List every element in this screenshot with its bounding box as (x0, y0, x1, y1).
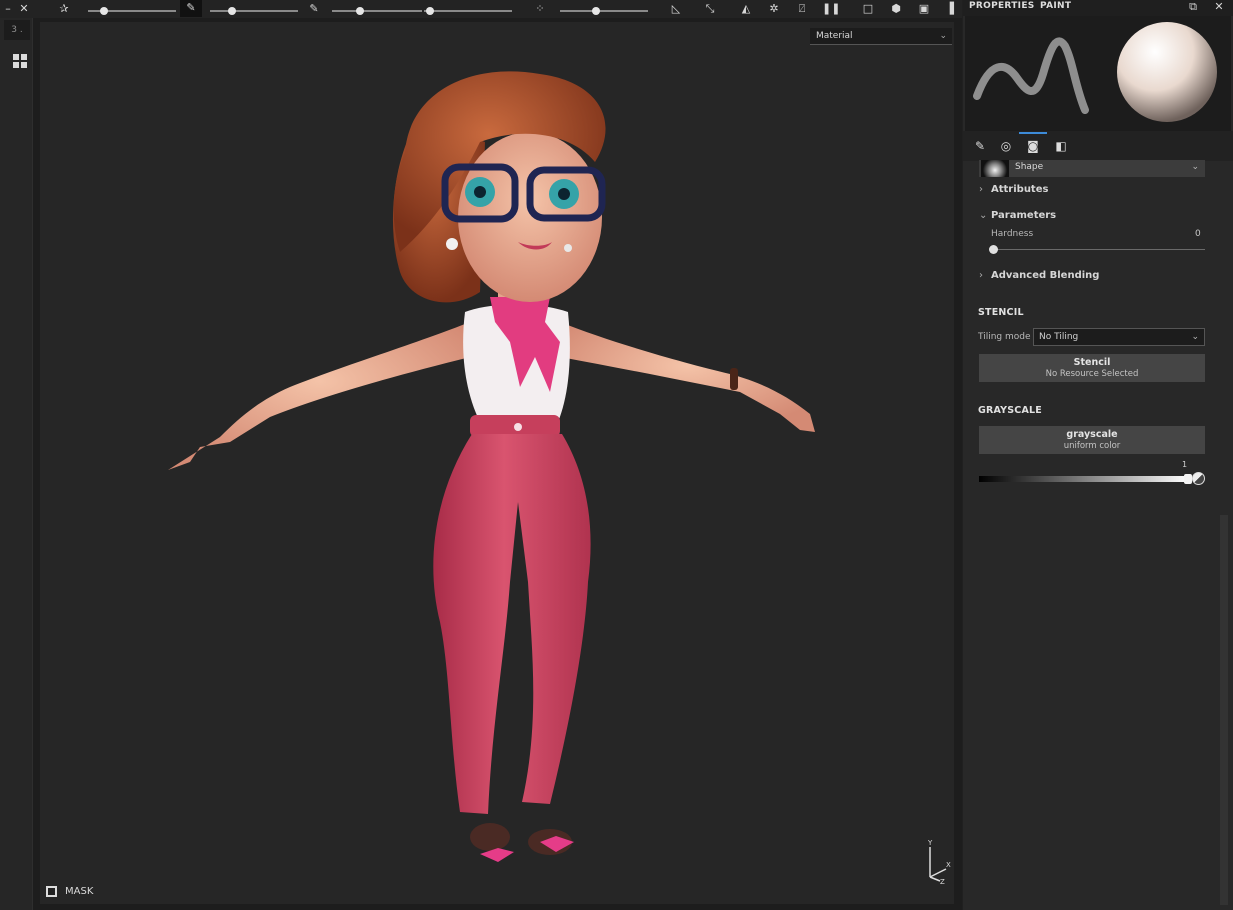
undock-icon[interactable]: ⧉ (1185, 0, 1201, 15)
grayscale-heading: GRAYSCALE (978, 405, 1042, 416)
display-icon[interactable]: □ (860, 1, 876, 17)
toolbar-slider-spacing[interactable] (424, 7, 512, 15)
stencil-resource-button[interactable]: Stencil No Resource Selected (979, 354, 1205, 382)
section-parameters-label: Parameters (991, 210, 1057, 221)
section-advanced-blending-label: Advanced Blending (991, 270, 1100, 281)
mask-checkbox[interactable] (46, 885, 57, 897)
hardness-value[interactable]: 0 (1195, 229, 1201, 239)
brush-preview (965, 16, 1231, 131)
close-icon[interactable]: ✕ (16, 1, 32, 17)
chevron-down-icon: ⌄ (939, 31, 947, 41)
section-advanced-blending[interactable]: › Advanced Blending (979, 270, 1099, 281)
panel-tab-bar: PROPERTIES PAINT ⧉ ✕ (963, 0, 1233, 16)
left-sidebar: 3 . (0, 18, 33, 910)
section-attributes-label: Attributes (991, 184, 1049, 195)
symmetry-icon[interactable]: ◭ (738, 1, 754, 17)
grayscale-resource-button[interactable]: grayscale uniform color (979, 426, 1205, 454)
toolbar-slider-stroke-opacity[interactable] (332, 7, 422, 15)
material-dropdown-label: Material (816, 31, 853, 41)
camera-icon[interactable]: ⬢ (888, 1, 904, 17)
slider-knob[interactable] (228, 7, 236, 15)
app-window: – ✕ ✰ ✎ ✎ ⁘ ◺ ⤡ ◭ ✲ ⍁ ❚❚ □ ⬢ ▣ ▌ 3 . Mat… (0, 0, 1233, 910)
tiling-mode-dropdown[interactable]: No Tiling ⌄ (1033, 328, 1205, 346)
chevron-right-icon: › (979, 270, 983, 281)
character-model (168, 71, 815, 862)
pause-icon[interactable]: ❚❚ (822, 1, 840, 17)
slider-knob[interactable] (592, 7, 600, 15)
tiling-mode-label: Tiling mode (978, 332, 1031, 342)
panel-scrollbar[interactable] (1220, 515, 1228, 905)
color-picker-icon[interactable] (1192, 472, 1205, 485)
window-control-icon[interactable]: – (0, 1, 16, 17)
grayscale-resource-title: grayscale (1066, 429, 1118, 440)
active-tab-indicator (1019, 132, 1047, 134)
axis-x-label: X (946, 861, 951, 869)
shape-dropdown[interactable]: Shape ⌄ (979, 160, 1205, 177)
stroke-preview-icon (973, 22, 1217, 122)
smudge-icon[interactable]: ✎ (306, 1, 322, 17)
close-icon[interactable]: ✕ (1211, 0, 1227, 15)
toolbar-slider-size[interactable] (88, 7, 176, 15)
shape-thumbnail (981, 160, 1009, 177)
hardness-slider[interactable] (989, 245, 1205, 254)
toolbar-slider-flow[interactable] (210, 7, 298, 15)
axis-gizmo-icon: Y X Z (927, 839, 951, 885)
section-parameters[interactable]: ⌄ Parameters (979, 210, 1056, 221)
material-dropdown[interactable]: Material ⌄ (810, 28, 952, 45)
viewport-mode-icon[interactable]: ▌ (946, 1, 962, 17)
mask-toggle[interactable]: MASK (46, 884, 93, 898)
edit-icon[interactable]: ⍁ (794, 1, 810, 17)
slider-knob[interactable] (989, 245, 998, 254)
slider-knob[interactable] (100, 7, 108, 15)
alpha-tab-icon[interactable]: ◙ (1024, 137, 1042, 155)
chevron-right-icon: › (979, 184, 983, 195)
lazy-mouse-icon[interactable]: ⤡ (702, 1, 718, 17)
grayscale-resource-sub: uniform color (1063, 441, 1121, 451)
mask-label: MASK (65, 885, 94, 897)
slider-knob[interactable] (356, 7, 364, 15)
top-toolbar: – ✕ ✰ ✎ ✎ ⁘ ◺ ⤡ ◭ ✲ ⍁ ❚❚ □ ⬢ ▣ ▌ (0, 0, 962, 18)
chevron-down-icon: ⌄ (1191, 332, 1199, 342)
properties-panel: PROPERTIES PAINT ⧉ ✕ ✎ ◎ ◙ ◧ Shape ⌄ › A… (962, 0, 1233, 910)
stencil-resource-title: Stencil (1073, 357, 1111, 368)
clone-icon[interactable]: ⁘ (532, 1, 548, 17)
stencil-resource-sub: No Resource Selected (1045, 369, 1139, 379)
slider-knob[interactable] (426, 7, 434, 15)
axis-y-label: Y (927, 839, 933, 847)
grayscale-slider[interactable] (979, 474, 1192, 484)
render-icon[interactable]: ▣ (916, 1, 932, 17)
slider-knob[interactable] (1184, 474, 1192, 484)
chevron-down-icon: ⌄ (979, 210, 988, 221)
stencil-heading: STENCIL (978, 307, 1024, 318)
shape-label: Shape (1015, 162, 1044, 172)
pin-icon[interactable]: ✰ (56, 1, 72, 17)
brush-tab-icon[interactable]: ✎ (971, 137, 989, 155)
chevron-down-icon: ⌄ (1191, 162, 1199, 172)
left-tab[interactable]: 3 . (4, 20, 30, 40)
brush-mode-bar: ✎ ◎ ◙ ◧ (963, 131, 1233, 161)
grayscale-value[interactable]: 1 (1182, 460, 1187, 469)
gradient-tab-icon[interactable]: ◧ (1052, 137, 1070, 155)
section-attributes[interactable]: › Attributes (979, 184, 1048, 195)
brush-icon[interactable]: ✎ (180, 0, 202, 17)
tab-properties[interactable]: PROPERTIES (969, 1, 1035, 11)
3d-viewport[interactable]: Material ⌄ MASK Y X Z (40, 22, 954, 904)
hardness-label: Hardness (991, 229, 1034, 239)
tiling-mode-value: No Tiling (1039, 332, 1079, 342)
grid-icon[interactable] (13, 54, 27, 68)
axis-z-label: Z (940, 878, 945, 885)
toolbar-slider-angle[interactable] (560, 7, 648, 15)
tab-paint[interactable]: PAINT (1040, 1, 1071, 11)
polygon-icon[interactable]: ◺ (668, 1, 684, 17)
material-tab-icon[interactable]: ◎ (997, 137, 1015, 155)
settings-icon[interactable]: ✲ (766, 1, 782, 17)
